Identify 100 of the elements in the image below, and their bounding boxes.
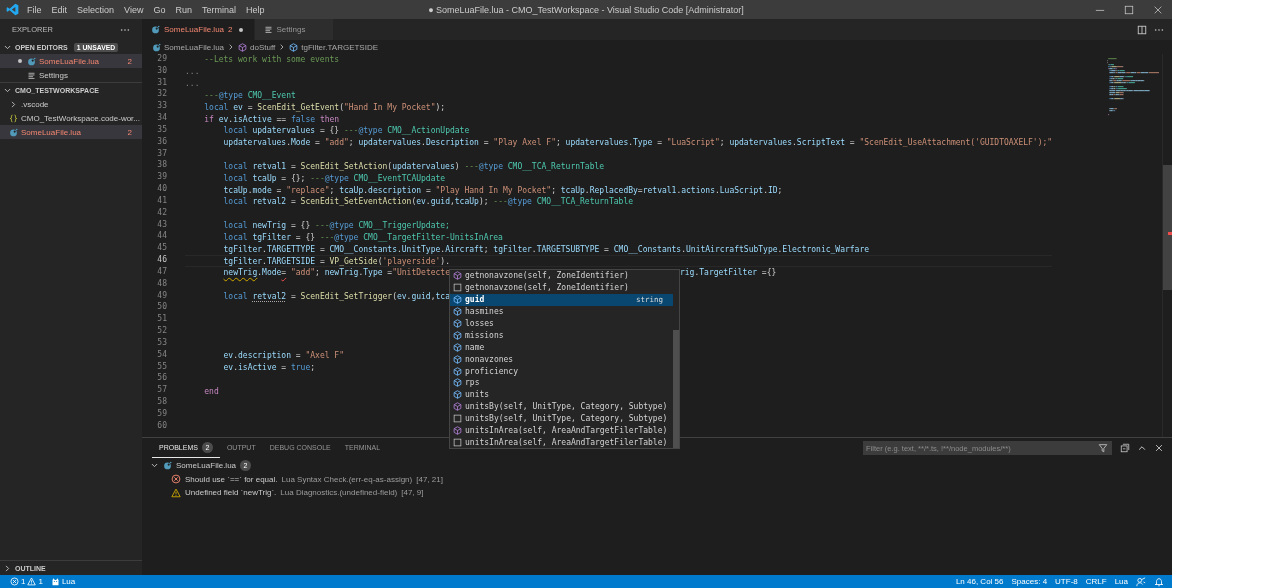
suggestion-item[interactable]: unitsBy(self, UnitType, Category, Subtype) [450,400,673,413]
error-marker [1168,232,1172,235]
editor-tab[interactable]: SomeLuaFile.lua 2 [142,19,255,40]
scrollbar-thumb[interactable] [1163,165,1172,290]
suggestion-item[interactable]: units [450,388,673,401]
cube-icon [453,319,462,328]
open-editor-item[interactable]: SomeLuaFile.lua 2 [0,54,142,68]
editor-tab[interactable]: Settings [254,19,334,40]
app-logo-icon [6,3,19,16]
suggestion-item[interactable]: unitsInArea(self, AreaAndTargetFilerTable) [450,424,673,437]
line-number: 34 [156,113,167,125]
line-number: 29 [156,54,167,65]
code-line: ... [185,78,200,90]
line-number: 38 [156,160,167,172]
status-item[interactable]: Spaces: 4 [1007,577,1052,586]
line-number: 30 [156,65,167,77]
menu-item[interactable]: File [22,3,47,16]
line-number: 59 [156,408,167,420]
line-number: 60 [156,420,167,432]
menu-item[interactable]: View [119,3,149,16]
window-title: ● SomeLuaFile.lua - CMO_TestWorkspace - Visual Studio Code [Administrator] [428,4,744,15]
error-count: 1 [21,577,26,586]
line-number: 40 [156,184,167,196]
file-tree-item[interactable]: .vscode [0,97,142,111]
code-line: tgFilter.TARGETSIDE = VP_GetSide('playerside'). [222,255,450,267]
tab-label: SomeLuaFile.lua [164,25,225,34]
code-line: ev.description = "Axel F" [222,350,344,362]
status-item[interactable]: Ln 46, Col 56 [951,577,1008,586]
suggestion-item[interactable]: getnonavzone(self, ZoneIdentifier) [450,281,673,294]
warning-count: 1 [38,577,43,586]
suggestion-item[interactable]: unitsInArea(self, AreaAndTargetFilerTable) [450,436,673,449]
suggestion-item[interactable]: nonavzones [450,353,673,366]
menu-item[interactable]: Selection [72,3,120,16]
square-icon [453,283,462,293]
suggestion-item[interactable]: missions [450,329,673,342]
menu-item[interactable]: Terminal [196,3,241,16]
cube-icon [453,366,462,376]
breadcrumb-item[interactable]: doStuff [250,42,276,52]
code-line: --Lets work with some events [203,54,340,66]
editor-scrollbar[interactable] [1162,54,1172,437]
menu-item[interactable]: Help [240,3,270,16]
split-editor-icon[interactable] [1137,24,1147,35]
line-number: 33 [156,101,167,113]
language-server-status[interactable]: Lua [46,577,80,586]
problems-status[interactable]: 1 1 [6,577,47,586]
unsaved-dot-icon[interactable] [236,25,245,34]
bell-icon[interactable] [1154,576,1164,587]
problem-position: [47, 9] [401,488,424,498]
file-name: .vscode [21,99,50,109]
line-number: 46 [156,255,167,267]
chevron-up-icon[interactable] [1137,443,1147,453]
line-number: 36 [156,136,167,148]
cube-icon [453,342,462,352]
scrollbar-thumb[interactable] [673,330,679,449]
filter-icon[interactable] [1098,443,1108,453]
status-item[interactable]: UTF-8 [1051,577,1082,586]
problem-count: 2 [127,56,132,66]
lua-file-icon [9,127,18,137]
suggestion-item[interactable]: name [450,341,673,354]
open-editor-item[interactable]: Settings [0,68,142,82]
feedback-icon[interactable] [1136,576,1146,587]
file-tree-item[interactable]: SomeLuaFile.lua 2 [0,125,142,139]
breadcrumb-item[interactable]: SomeLuaFile.lua [164,42,225,52]
menu-item[interactable]: Edit [46,3,73,16]
suggestion-item[interactable]: losses [450,317,673,330]
file-name: SomeLuaFile.lua [39,56,101,66]
lua-file-icon [163,461,172,471]
problem-source: Lua Syntax Check.(err-eq-as-assign) [281,474,413,484]
suggestion-item[interactable]: rps [450,377,673,389]
suggestion-item[interactable]: getnonavzone(self, ZoneIdentifier) [450,270,673,282]
cube-icon [289,42,299,52]
file-name: CMO_TestWorkspace.code-wor... [21,113,140,123]
suggestion-item[interactable]: unitsBy(self, UnitType, Category, Subtype) [450,412,673,425]
menu-item[interactable]: Go [148,3,171,16]
file-tree-item[interactable]: CMO_TestWorkspace.code-wor... [0,111,142,125]
maximize-icon[interactable] [1123,4,1134,15]
line-number: 53 [156,337,167,349]
problem-item[interactable]: Should use `==` for equal. Lua Syntax Check.(err-eq-as-assign) [47, 21] [142,472,1172,486]
warning-icon [27,577,37,586]
code-line: ... [185,66,200,78]
code-line: local ev = ScenEdit_GetEvent("Hand In My Pocket"); [203,101,446,113]
problem-count: 2 [228,25,233,34]
status-item[interactable]: Lua [1110,577,1132,586]
tab-label: Settings [276,25,306,34]
suggestion-item[interactable]: hasmines [450,305,673,318]
suggestion-item[interactable]: proficiency [450,365,673,377]
line-number: 56 [156,373,167,385]
close-icon[interactable] [1154,443,1164,453]
cube-icon [453,378,462,388]
collapse-all-icon[interactable] [1120,443,1130,453]
problem-item[interactable]: Undefined field `newTrig`. Lua Diagnostics.(undefined-field) [47, 9] [142,486,1172,500]
close-icon[interactable] [1152,4,1163,15]
menu-item[interactable]: Run [170,3,197,16]
status-item[interactable]: CRLF [1081,577,1111,586]
settings-file-icon [263,25,273,34]
problem-source: Lua Diagnostics.(undefined-field) [280,488,398,498]
braces-icon [9,113,18,123]
line-number: 39 [156,172,167,184]
line-number: 37 [156,148,167,160]
breadcrumb-item[interactable]: tgFilter.TARGETSIDE [301,42,379,52]
